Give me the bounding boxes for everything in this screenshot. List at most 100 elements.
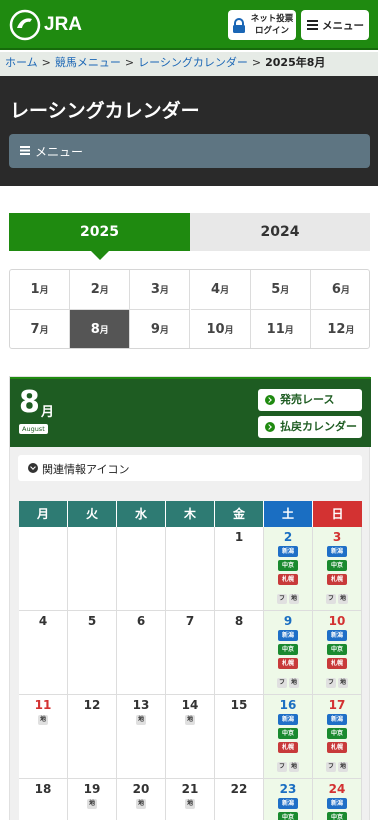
chi-tag: 地 xyxy=(338,762,348,772)
month-5[interactable]: 5月 xyxy=(250,270,311,310)
day-8: 8 xyxy=(215,611,264,695)
breadcrumb-home[interactable]: ホーム xyxy=(5,56,38,69)
day-12: 12 xyxy=(68,695,117,779)
weekday-mon: 月 xyxy=(19,501,68,527)
chi-tag: 地 xyxy=(338,594,348,604)
chi-tag: 地 xyxy=(338,678,348,688)
related-icons-toggle[interactable]: 関連情報アイコン xyxy=(18,455,362,481)
day-19: 19 地 xyxy=(68,779,117,820)
net-vote-login-button[interactable]: ネット投票 ログイン xyxy=(228,10,296,40)
lock-icon xyxy=(233,18,245,33)
f-tag: フ xyxy=(326,594,336,604)
chi-tag: 地 xyxy=(87,799,97,809)
tab-year-2025[interactable]: 2025 xyxy=(9,213,190,251)
venue-niigata-tag[interactable]: 新潟 xyxy=(278,714,298,725)
month-4[interactable]: 4月 xyxy=(190,270,251,310)
weekday-thu: 木 xyxy=(166,501,215,527)
month-english: August xyxy=(19,424,48,434)
calendar-section: 8 月 August 発売レース 払戻カレンダー 関連情報アイコン 月 火 水 … xyxy=(9,376,371,820)
month-12[interactable]: 12月 xyxy=(311,310,369,348)
chi-tag: 地 xyxy=(289,678,299,688)
venue-sapporo-tag[interactable]: 札幌 xyxy=(327,574,347,585)
month-3[interactable]: 3月 xyxy=(130,270,191,310)
venue-niigata-tag[interactable]: 新潟 xyxy=(327,546,347,557)
day-14: 14 地 xyxy=(166,695,215,779)
day-empty xyxy=(117,527,166,611)
races-on-sale-button[interactable]: 発売レース xyxy=(258,389,362,411)
horse-logo-icon xyxy=(9,9,41,41)
weekday-fri: 金 xyxy=(215,501,264,527)
tab-year-2024[interactable]: 2024 xyxy=(190,213,370,251)
breadcrumb-racing-calendar[interactable]: レーシングカレンダー xyxy=(138,56,248,69)
month-7[interactable]: 7月 xyxy=(10,310,71,348)
day-21: 21 地 xyxy=(166,779,215,820)
venue-chukyo-tag[interactable]: 中京 xyxy=(278,560,298,571)
login-label: ネット投票 ログイン xyxy=(250,13,294,37)
day-22: 22 xyxy=(215,779,264,820)
month-1[interactable]: 1月 xyxy=(10,270,71,310)
day-1: 1 xyxy=(215,527,264,611)
month-9[interactable]: 9月 xyxy=(130,310,191,348)
submenu-label: メニュー xyxy=(35,145,84,159)
header-menu-button[interactable]: メニュー xyxy=(301,10,369,40)
venue-sapporo-tag[interactable]: 札幌 xyxy=(278,658,298,669)
venue-niigata-tag[interactable]: 新潟 xyxy=(278,630,298,641)
venue-niigata-tag[interactable]: 新潟 xyxy=(278,546,298,557)
month-6[interactable]: 6月 xyxy=(310,270,369,310)
login-label-line2: ログイン xyxy=(254,26,289,36)
site-header: JRA ネット投票 ログイン メニュー xyxy=(0,0,378,50)
payout-calendar-button[interactable]: 払戻カレンダー xyxy=(258,416,362,438)
f-tag: フ xyxy=(326,762,336,772)
jra-logo[interactable]: JRA xyxy=(8,8,88,42)
breadcrumb-separator: > xyxy=(251,56,262,69)
month-11[interactable]: 11月 xyxy=(251,310,311,348)
day-16[interactable]: 16 新潟 中京 札幌 フ 地 xyxy=(264,695,313,779)
day-empty xyxy=(19,527,68,611)
venue-niigata-tag[interactable]: 新潟 xyxy=(327,630,347,641)
venue-niigata-tag[interactable]: 新潟 xyxy=(278,798,298,809)
breadcrumb-separator: > xyxy=(41,56,51,69)
chi-tag: 地 xyxy=(38,715,48,725)
venue-chukyo-tag[interactable]: 中京 xyxy=(278,728,298,739)
month-2[interactable]: 2月 xyxy=(70,270,131,310)
day-15: 15 xyxy=(215,695,264,779)
venue-niigata-tag[interactable]: 新潟 xyxy=(327,798,347,809)
weekday-sat: 土 xyxy=(264,501,313,527)
day-3[interactable]: 3 新潟 中京 札幌 フ 地 xyxy=(313,527,362,611)
day-empty xyxy=(68,527,117,611)
venue-niigata-tag[interactable]: 新潟 xyxy=(327,714,347,725)
venue-chukyo-tag[interactable]: 中京 xyxy=(327,812,347,820)
chi-tag: 地 xyxy=(185,799,195,809)
month-8-selected[interactable]: 8月 xyxy=(70,310,131,348)
day-17[interactable]: 17 新潟 中京 札幌 フ 地 xyxy=(313,695,362,779)
month-selector: 1月 2月 3月 4月 5月 6月 7月 8月 9月 10月 11月 12月 xyxy=(9,269,370,349)
venue-chukyo-tag[interactable]: 中京 xyxy=(327,728,347,739)
chi-tag: 地 xyxy=(185,715,195,725)
venue-sapporo-tag[interactable]: 札幌 xyxy=(327,742,347,753)
f-tag: フ xyxy=(277,594,287,604)
venue-sapporo-tag[interactable]: 札幌 xyxy=(327,658,347,669)
chi-tag: 地 xyxy=(136,799,146,809)
day-24[interactable]: 24 新潟 中京 xyxy=(313,779,362,820)
breadcrumb: ホーム > 競馬メニュー > レーシングカレンダー >2025年8月 xyxy=(0,52,378,76)
venue-sapporo-tag[interactable]: 札幌 xyxy=(278,574,298,585)
venue-chukyo-tag[interactable]: 中京 xyxy=(278,812,298,820)
submenu-button[interactable]: メニュー xyxy=(9,134,370,168)
venue-sapporo-tag[interactable]: 札幌 xyxy=(278,742,298,753)
day-20: 20 地 xyxy=(117,779,166,820)
day-10[interactable]: 10 新潟 中京 札幌 フ 地 xyxy=(313,611,362,695)
month-10[interactable]: 10月 xyxy=(191,310,251,348)
chevron-right-icon xyxy=(265,422,275,432)
day-23[interactable]: 23 新潟 中京 xyxy=(264,779,313,820)
day-9[interactable]: 9 新潟 中京 札幌 フ 地 xyxy=(264,611,313,695)
day-7: 7 xyxy=(166,611,215,695)
breadcrumb-current: 2025年8月 xyxy=(265,56,326,69)
venue-chukyo-tag[interactable]: 中京 xyxy=(327,560,347,571)
breadcrumb-keiba-menu[interactable]: 競馬メニュー xyxy=(55,56,121,69)
venue-chukyo-tag[interactable]: 中京 xyxy=(278,644,298,655)
day-2[interactable]: 2 新潟 中京 札幌 フ 地 xyxy=(264,527,313,611)
day-5: 5 xyxy=(68,611,117,695)
venue-chukyo-tag[interactable]: 中京 xyxy=(327,644,347,655)
month-unit: 月 xyxy=(41,405,55,420)
chi-tag: 地 xyxy=(289,762,299,772)
